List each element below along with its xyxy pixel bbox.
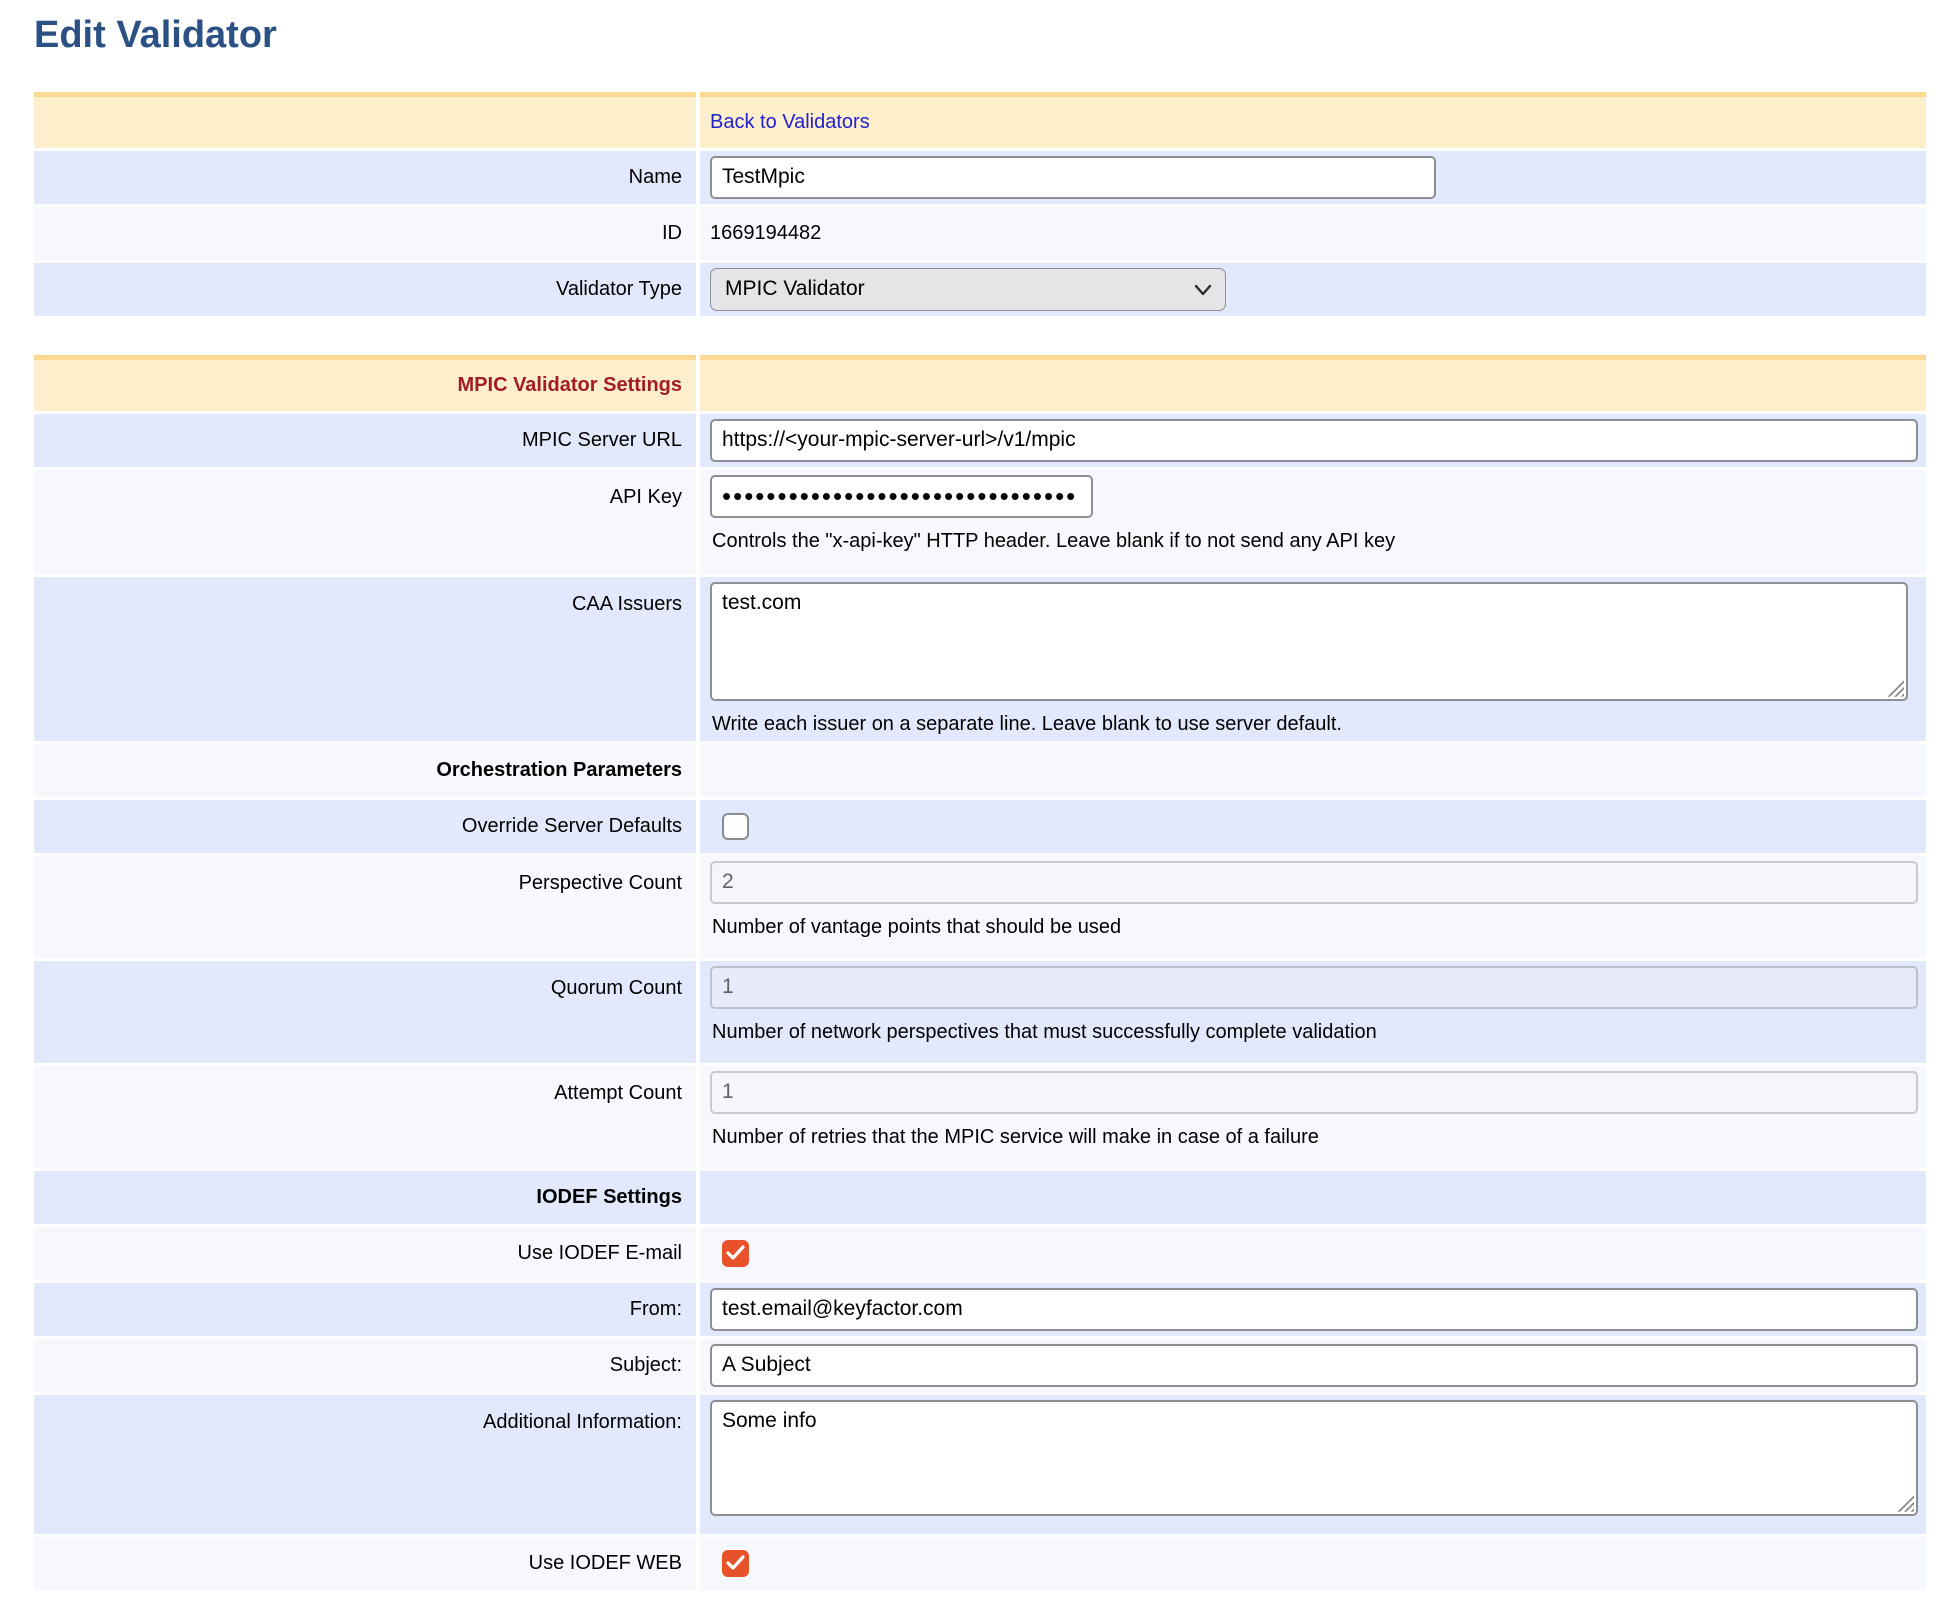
mpic-server-url-input[interactable] [710,419,1918,462]
caa-issuers-hint: Write each issuer on a separate line. Le… [712,713,1916,736]
page-title: Edit Validator [34,14,1960,58]
from-row: From: [34,1283,1926,1336]
quorum-count-input [710,966,1918,1009]
id-row: ID 1669194482 [34,207,1926,260]
server-url-row: MPIC Server URL [34,414,1926,467]
id-label: ID [34,207,696,260]
caa-issuers-label: CAA Issuers [34,577,696,741]
id-value: 1669194482 [700,207,1926,260]
name-input[interactable] [710,156,1436,199]
additional-information-row: Additional Information: Some info [34,1395,1926,1534]
api-key-hint: Controls the "x-api-key" HTTP header. Le… [712,530,1916,553]
orchestration-header-row: Orchestration Parameters [34,744,1926,797]
attempt-count-row: Attempt Count Number of retries that the… [34,1066,1926,1168]
use-iodef-web-checkbox[interactable] [722,1550,749,1577]
use-iodef-web-row: Use IODEF WEB [34,1537,1926,1590]
api-key-input[interactable] [710,475,1093,518]
additional-information-label: Additional Information: [34,1395,696,1534]
attempt-count-input [710,1071,1918,1114]
back-to-validators-link[interactable]: Back to Validators [710,111,870,133]
attempt-count-hint: Number of retries that the MPIC service … [712,1126,1916,1149]
mpic-settings-table: MPIC Validator Settings MPIC Server URL … [30,352,1930,1593]
mpic-section-title: MPIC Validator Settings [34,355,696,411]
checkmark-icon [726,1555,745,1571]
subject-input[interactable] [710,1344,1918,1387]
override-defaults-checkbox[interactable] [722,813,749,840]
caa-issuers-textarea[interactable]: test.com [710,582,1908,701]
override-defaults-label: Override Server Defaults [34,800,696,853]
attempt-count-label: Attempt Count [34,1066,696,1168]
table-header-row: Back to Validators [34,92,1926,148]
override-defaults-row: Override Server Defaults [34,800,1926,853]
from-input[interactable] [710,1288,1918,1331]
additional-information-textarea[interactable]: Some info [710,1400,1918,1516]
use-iodef-email-row: Use IODEF E-mail [34,1227,1926,1280]
quorum-count-hint: Number of network perspectives that must… [712,1021,1916,1044]
edit-validator-page: { "page_title": "Edit Validator", "color… [0,14,1960,1598]
from-label: From: [34,1283,696,1336]
chevron-down-icon [1194,284,1212,297]
perspective-count-row: Perspective Count Number of vantage poin… [34,856,1926,958]
api-key-row: API Key Controls the "x-api-key" HTTP he… [34,470,1926,574]
name-row: Name [34,151,1926,204]
subject-label: Subject: [34,1339,696,1392]
quorum-count-label: Quorum Count [34,961,696,1063]
quorum-count-row: Quorum Count Number of network perspecti… [34,961,1926,1063]
orchestration-parameters-header: Orchestration Parameters [34,744,696,797]
perspective-count-hint: Number of vantage points that should be … [712,916,1916,939]
caa-issuers-row: CAA Issuers test.com Write each issuer o… [34,577,1926,741]
validator-type-select[interactable]: MPIC Validator [710,268,1226,311]
subject-row: Subject: [34,1339,1926,1392]
checkmark-icon [726,1245,745,1261]
use-iodef-email-label: Use IODEF E-mail [34,1227,696,1280]
iodef-header-row: IODEF Settings [34,1171,1926,1224]
name-label: Name [34,151,696,204]
general-settings-table: Back to Validators Name ID 1669194482 Va… [30,89,1930,319]
server-url-label: MPIC Server URL [34,414,696,467]
header-label-cell [34,92,696,148]
use-iodef-email-checkbox[interactable] [722,1240,749,1267]
validator-type-row: Validator Type MPIC Validator [34,263,1926,316]
use-iodef-web-label: Use IODEF WEB [34,1537,696,1590]
validator-type-selected-value: MPIC Validator [725,277,865,301]
validator-type-label: Validator Type [34,263,696,316]
iodef-settings-header: IODEF Settings [34,1171,696,1224]
perspective-count-input [710,861,1918,904]
api-key-label: API Key [34,470,696,574]
mpic-section-header-row: MPIC Validator Settings [34,355,1926,411]
header-content-cell: Back to Validators [700,92,1926,148]
perspective-count-label: Perspective Count [34,856,696,958]
mpic-section-header-content-cell [700,355,1926,411]
